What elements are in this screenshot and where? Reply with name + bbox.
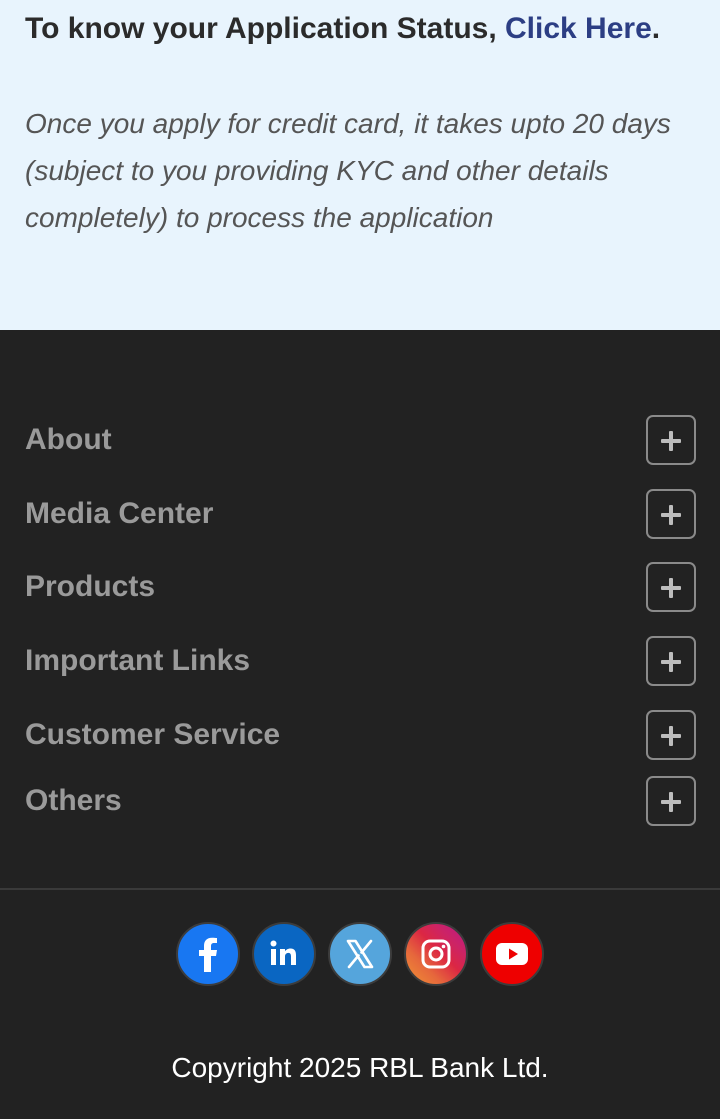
instagram-icon[interactable] xyxy=(404,922,468,986)
click-here-link[interactable]: Click Here xyxy=(505,12,652,45)
footer-accordion-important-links[interactable]: Important Links xyxy=(0,636,720,686)
expand-plus-icon[interactable] xyxy=(646,415,696,465)
accordion-label: Media Center xyxy=(25,497,214,530)
footer-accordion-about[interactable]: About xyxy=(0,415,720,465)
social-links xyxy=(176,922,546,986)
application-status-heading: To know your Application Status, Click H… xyxy=(25,12,660,46)
accordion-label: Customer Service xyxy=(25,718,281,751)
youtube-icon[interactable] xyxy=(480,922,544,986)
expand-plus-icon[interactable] xyxy=(646,489,696,539)
footer-accordion-others[interactable]: Others xyxy=(0,776,720,826)
facebook-icon[interactable] xyxy=(176,922,240,986)
footer-divider xyxy=(0,888,720,890)
footer-accordion-customer-service[interactable]: Customer Service xyxy=(0,710,720,760)
processing-time-note: Once you apply for credit card, it takes… xyxy=(25,108,671,233)
accordion-label: Products xyxy=(25,570,156,603)
accordion-label: Others xyxy=(25,784,122,817)
accordion-label: Important Links xyxy=(25,644,251,677)
status-heading-text: To know your Application Status, xyxy=(25,12,506,45)
expand-plus-icon[interactable] xyxy=(646,710,696,760)
status-heading-period: . xyxy=(651,12,661,45)
footer-accordion-media-center[interactable]: Media Center xyxy=(0,489,720,539)
site-footer: About Media Center Products Important Li… xyxy=(0,330,720,1119)
x-twitter-icon[interactable] xyxy=(328,922,392,986)
expand-plus-icon[interactable] xyxy=(646,562,696,612)
expand-plus-icon[interactable] xyxy=(646,636,696,686)
application-status-section: To know your Application Status, Click H… xyxy=(0,0,720,330)
linkedin-icon[interactable] xyxy=(252,922,316,986)
copyright-text: Copyright 2025 RBL Bank Ltd. xyxy=(171,1052,549,1083)
footer-accordion-products[interactable]: Products xyxy=(0,562,720,612)
expand-plus-icon[interactable] xyxy=(646,776,696,826)
accordion-label: About xyxy=(25,423,112,456)
